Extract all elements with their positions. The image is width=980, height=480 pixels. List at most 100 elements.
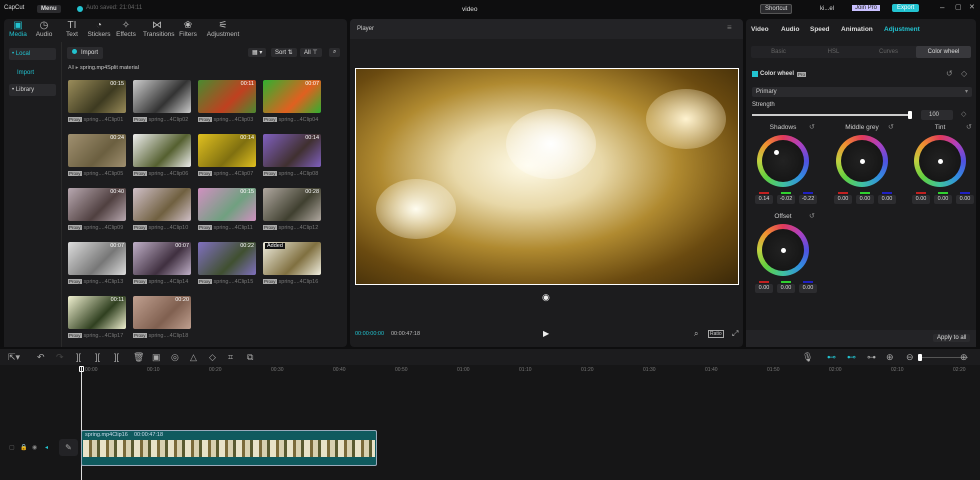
- shadows-blue-value[interactable]: -0.22: [799, 195, 817, 204]
- media-clip-thumbnail[interactable]: 00:15: [68, 80, 126, 113]
- tab-adjustment[interactable]: ⚟ Adjustment: [206, 20, 240, 38]
- tab-transitions[interactable]: ⋈ Transitions: [143, 20, 175, 38]
- color-wheel-checkbox[interactable]: [752, 71, 758, 77]
- tint-reset-icon[interactable]: ↺: [966, 123, 972, 131]
- media-clip-thumbnail[interactable]: 00:40: [68, 188, 126, 221]
- player-menu-icon[interactable]: ≡: [727, 23, 732, 32]
- split-right-icon[interactable]: ][: [114, 352, 119, 362]
- tab-text[interactable]: TI Text: [58, 20, 86, 38]
- redo-icon[interactable]: ↷: [56, 352, 64, 363]
- offset-blue-value[interactable]: 0.00: [799, 284, 817, 293]
- split-left-icon[interactable]: ][: [95, 352, 100, 362]
- rotate-icon[interactable]: ◇: [209, 352, 216, 363]
- shadows-wheel-handle[interactable]: [774, 150, 779, 155]
- fullscreen-icon[interactable]: ⤢: [732, 329, 738, 339]
- maximize-icon[interactable]: ▢: [955, 3, 962, 11]
- middle-grey-reset-icon[interactable]: ↺: [888, 123, 894, 131]
- inspector-tab-adjustment[interactable]: Adjustment: [884, 26, 920, 33]
- sort-button[interactable]: Sort ⇅: [271, 48, 297, 57]
- mode-dropdown[interactable]: Primary ▾: [752, 87, 972, 97]
- shadows-red-value[interactable]: 0.14: [755, 195, 773, 204]
- shadows-green-value[interactable]: -0.02: [777, 195, 795, 204]
- select-tool-icon[interactable]: ⇱▾: [8, 352, 20, 363]
- offset-red-value[interactable]: 0.00: [755, 284, 773, 293]
- media-clip-thumbnail[interactable]: 00:28: [263, 188, 321, 221]
- auto-reframe-icon[interactable]: ⧉: [247, 352, 253, 363]
- timeline-zoom-handle[interactable]: [918, 354, 922, 361]
- tab-effects[interactable]: ✧ Effects: [112, 20, 140, 38]
- offset-color-wheel[interactable]: [757, 224, 809, 276]
- search-icon[interactable]: ⌕: [329, 48, 341, 57]
- preview-axis-icon[interactable]: ⊕: [886, 352, 894, 363]
- undo-icon[interactable]: ↶: [37, 352, 45, 363]
- main-track-magnet-icon[interactable]: ⊷: [827, 352, 836, 363]
- sidebar-item-local[interactable]: • Local: [12, 51, 30, 57]
- tint-red-value[interactable]: 0.00: [912, 195, 930, 204]
- breadcrumb-root[interactable]: All: [68, 65, 74, 71]
- middle-grey-color-wheel[interactable]: [836, 135, 888, 187]
- tab-audio[interactable]: ◷ Audio: [30, 20, 58, 38]
- tint-color-wheel[interactable]: [914, 135, 966, 187]
- inspector-tab-audio[interactable]: Audio: [781, 26, 799, 33]
- media-clip-thumbnail[interactable]: 00:11: [68, 296, 126, 329]
- crop-icon[interactable]: ⌗: [228, 352, 233, 363]
- microphone-icon[interactable]: 🎙: [802, 352, 813, 363]
- tint-wheel-handle[interactable]: [938, 159, 943, 164]
- keyframe-icon[interactable]: ◇: [961, 69, 967, 78]
- tab-filters[interactable]: ❀ Filters: [174, 20, 202, 38]
- strength-keyframe-icon[interactable]: ◇: [961, 110, 966, 118]
- middle-grey-blue-value[interactable]: 0.00: [878, 195, 896, 204]
- middle-grey-red-value[interactable]: 0.00: [834, 195, 852, 204]
- auto-snap-icon[interactable]: ⊷: [847, 352, 856, 363]
- minimize-icon[interactable]: –: [940, 3, 944, 12]
- subtab-color-wheel[interactable]: Color wheel: [916, 46, 971, 58]
- media-clip-thumbnail[interactable]: 00:20: [133, 296, 191, 329]
- filter-button[interactable]: All ⊤: [300, 48, 322, 57]
- user-name[interactable]: ki...el: [820, 6, 834, 12]
- shadows-reset-icon[interactable]: ↺: [809, 123, 815, 131]
- middle-grey-wheel-handle[interactable]: [860, 159, 865, 164]
- subtab-hsl[interactable]: HSL: [806, 46, 861, 58]
- inspector-tab-animation[interactable]: Animation: [841, 26, 873, 33]
- offset-reset-icon[interactable]: ↺: [809, 212, 815, 220]
- sidebar-item-library[interactable]: • Library: [12, 87, 34, 93]
- strength-slider[interactable]: [752, 114, 910, 116]
- tint-blue-value[interactable]: 0.00: [956, 195, 974, 204]
- media-clip-thumbnail[interactable]: [133, 80, 191, 113]
- media-clip-thumbnail[interactable]: 00:24: [68, 134, 126, 167]
- inspector-tab-speed[interactable]: Speed: [810, 26, 830, 33]
- freeze-icon[interactable]: ▣: [152, 352, 161, 363]
- edit-cover-icon[interactable]: ✎: [59, 439, 78, 456]
- tab-stickers[interactable]: ◔ Stickers: [85, 20, 113, 38]
- join-pro-button[interactable]: Join Pro: [852, 5, 881, 11]
- view-toggle-button[interactable]: ▦ ▾: [248, 48, 267, 57]
- middle-grey-green-value[interactable]: 0.00: [856, 195, 874, 204]
- subtab-curves[interactable]: Curves: [861, 46, 916, 58]
- media-clip-thumbnail[interactable]: 00:07: [68, 242, 126, 275]
- offset-wheel-handle[interactable]: [781, 248, 786, 253]
- media-clip-thumbnail[interactable]: 00:11: [198, 80, 256, 113]
- speed-icon[interactable]: ◎: [171, 352, 179, 363]
- media-clip-thumbnail[interactable]: Added: [263, 242, 321, 275]
- media-clip-thumbnail[interactable]: 00:14: [263, 134, 321, 167]
- reset-icon[interactable]: ↺: [946, 69, 953, 78]
- subtab-basic[interactable]: Basic: [751, 46, 806, 58]
- rotate-handle-icon[interactable]: ◉: [542, 292, 550, 303]
- play-button[interactable]: ▶: [543, 329, 549, 338]
- delete-icon[interactable]: 🗑: [133, 352, 144, 363]
- zoom-out-icon[interactable]: ⊖: [906, 352, 914, 363]
- media-clip-thumbnail[interactable]: [133, 134, 191, 167]
- sidebar-item-import[interactable]: Import: [17, 70, 34, 76]
- split-icon[interactable]: ][: [76, 352, 81, 362]
- tint-green-value[interactable]: 0.00: [934, 195, 952, 204]
- media-clip-thumbnail[interactable]: 00:14: [198, 134, 256, 167]
- timeline-clip[interactable]: spring.mp4Clip16 00:00:47:18: [81, 430, 377, 466]
- lock-icon[interactable]: 🔒: [20, 444, 27, 451]
- media-clip-thumbnail[interactable]: [133, 188, 191, 221]
- media-clip-thumbnail[interactable]: 00:22: [198, 242, 256, 275]
- shortcut-button[interactable]: Shortcut: [760, 4, 793, 14]
- media-clip-thumbnail[interactable]: 00:07: [133, 242, 191, 275]
- inspector-tab-video[interactable]: Video: [751, 26, 769, 33]
- track-cover-icon[interactable]: ▢: [9, 444, 15, 451]
- import-button[interactable]: Import: [67, 47, 104, 59]
